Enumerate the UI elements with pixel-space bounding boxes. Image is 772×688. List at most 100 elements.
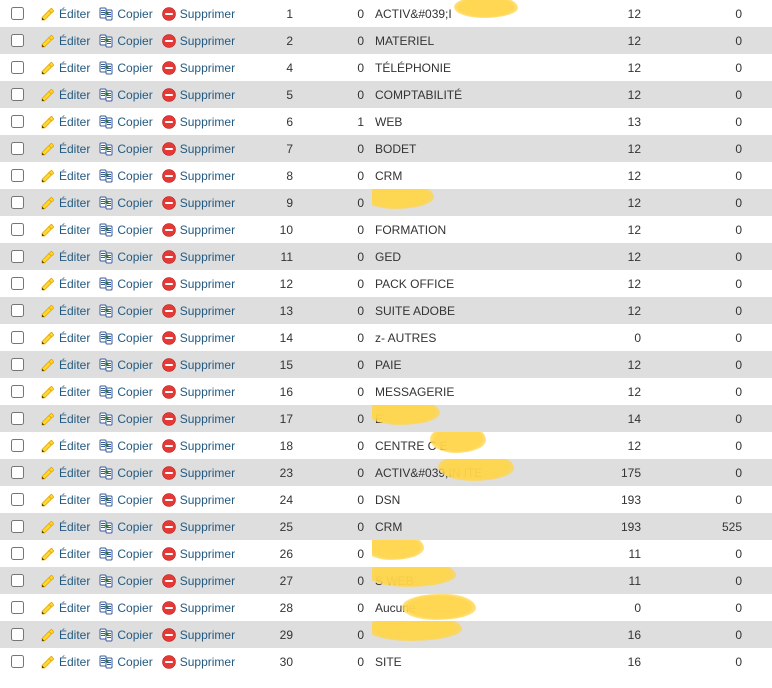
delete-button[interactable]: Supprimer [158,33,238,49]
edit-button[interactable]: Éditer [37,627,93,643]
edit-button[interactable]: Éditer [37,6,93,22]
delete-button[interactable]: Supprimer [158,465,238,481]
copy-button[interactable]: Copier [95,114,155,130]
row-checkbox[interactable] [11,61,24,74]
edit-button[interactable]: Éditer [37,222,93,238]
copy-button[interactable]: Copier [95,276,155,292]
copy-button[interactable]: Copier [95,546,155,562]
delete-button[interactable]: Supprimer [158,438,238,454]
delete-button[interactable]: Supprimer [158,114,238,130]
copy-button[interactable]: Copier [95,87,155,103]
edit-button[interactable]: Éditer [37,168,93,184]
delete-button[interactable]: Supprimer [158,519,238,535]
copy-button[interactable]: Copier [95,249,155,265]
row-checkbox[interactable] [11,439,24,452]
row-checkbox[interactable] [11,466,24,479]
delete-button[interactable]: Supprimer [158,654,238,670]
delete-button[interactable]: Supprimer [158,168,238,184]
row-checkbox[interactable] [11,277,24,290]
copy-button[interactable]: Copier [95,60,155,76]
copy-button[interactable]: Copier [95,357,155,373]
row-checkbox[interactable] [11,115,24,128]
copy-button[interactable]: Copier [95,384,155,400]
row-checkbox[interactable] [11,493,24,506]
copy-button[interactable]: Copier [95,654,155,670]
copy-button[interactable]: Copier [95,465,155,481]
row-checkbox[interactable] [11,304,24,317]
edit-button[interactable]: Éditer [37,33,93,49]
delete-button[interactable]: Supprimer [158,411,238,427]
delete-button[interactable]: Supprimer [158,573,238,589]
row-checkbox[interactable] [11,655,24,668]
row-checkbox[interactable] [11,412,24,425]
row-checkbox[interactable] [11,169,24,182]
edit-button[interactable]: Éditer [37,141,93,157]
row-checkbox[interactable] [11,520,24,533]
delete-button[interactable]: Supprimer [158,141,238,157]
edit-button[interactable]: Éditer [37,438,93,454]
copy-button[interactable]: Copier [95,573,155,589]
row-checkbox[interactable] [11,601,24,614]
edit-button[interactable]: Éditer [37,654,93,670]
row-checkbox[interactable] [11,385,24,398]
copy-button[interactable]: Copier [95,222,155,238]
row-checkbox[interactable] [11,7,24,20]
row-checkbox[interactable] [11,250,24,263]
copy-button[interactable]: Copier [95,195,155,211]
edit-button[interactable]: Éditer [37,357,93,373]
edit-button[interactable]: Éditer [37,195,93,211]
delete-button[interactable]: Supprimer [158,600,238,616]
edit-button[interactable]: Éditer [37,546,93,562]
delete-button[interactable]: Supprimer [158,87,238,103]
row-checkbox[interactable] [11,88,24,101]
delete-button[interactable]: Supprimer [158,276,238,292]
copy-button[interactable]: Copier [95,519,155,535]
edit-button[interactable]: Éditer [37,384,93,400]
row-checkbox[interactable] [11,358,24,371]
delete-button[interactable]: Supprimer [158,249,238,265]
row-checkbox[interactable] [11,34,24,47]
edit-button[interactable]: Éditer [37,411,93,427]
copy-button[interactable]: Copier [95,330,155,346]
delete-button[interactable]: Supprimer [158,357,238,373]
edit-button[interactable]: Éditer [37,87,93,103]
edit-button[interactable]: Éditer [37,249,93,265]
edit-button[interactable]: Éditer [37,330,93,346]
row-checkbox[interactable] [11,628,24,641]
row-checkbox[interactable] [11,223,24,236]
delete-button[interactable]: Supprimer [158,60,238,76]
delete-button[interactable]: Supprimer [158,546,238,562]
delete-button[interactable]: Supprimer [158,303,238,319]
copy-button[interactable]: Copier [95,33,155,49]
delete-button[interactable]: Supprimer [158,195,238,211]
edit-button[interactable]: Éditer [37,492,93,508]
edit-button[interactable]: Éditer [37,519,93,535]
copy-button[interactable]: Copier [95,492,155,508]
copy-button[interactable]: Copier [95,627,155,643]
delete-button[interactable]: Supprimer [158,330,238,346]
row-checkbox[interactable] [11,547,24,560]
copy-button[interactable]: Copier [95,6,155,22]
row-checkbox[interactable] [11,574,24,587]
copy-button[interactable]: Copier [95,168,155,184]
edit-button[interactable]: Éditer [37,465,93,481]
delete-button[interactable]: Supprimer [158,627,238,643]
row-checkbox[interactable] [11,196,24,209]
copy-button[interactable]: Copier [95,303,155,319]
row-checkbox[interactable] [11,142,24,155]
delete-button[interactable]: Supprimer [158,6,238,22]
edit-button[interactable]: Éditer [37,114,93,130]
copy-button[interactable]: Copier [95,600,155,616]
delete-button[interactable]: Supprimer [158,492,238,508]
edit-button[interactable]: Éditer [37,60,93,76]
edit-button[interactable]: Éditer [37,303,93,319]
row-checkbox[interactable] [11,331,24,344]
edit-button[interactable]: Éditer [37,276,93,292]
copy-button[interactable]: Copier [95,411,155,427]
edit-button[interactable]: Éditer [37,600,93,616]
copy-button[interactable]: Copier [95,141,155,157]
copy-button[interactable]: Copier [95,438,155,454]
delete-button[interactable]: Supprimer [158,222,238,238]
edit-button[interactable]: Éditer [37,573,93,589]
delete-button[interactable]: Supprimer [158,384,238,400]
